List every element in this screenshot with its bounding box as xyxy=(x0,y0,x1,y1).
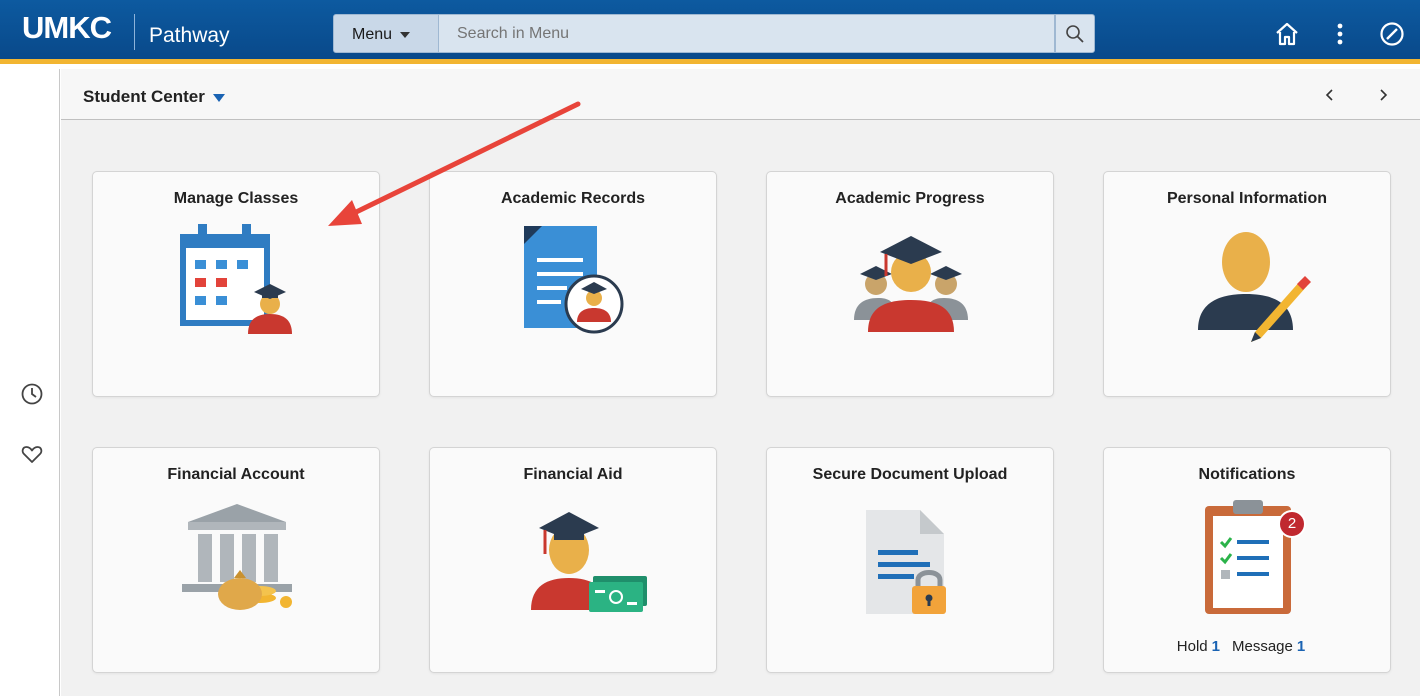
triangle-down-icon xyxy=(212,93,225,102)
search-icon xyxy=(1066,25,1084,43)
tile-grid: Manage Classes Academic Records Academic… xyxy=(61,120,1420,696)
recent-clock-icon[interactable] xyxy=(20,382,44,406)
tile-title: Financial Account xyxy=(167,466,305,483)
message-label: Message xyxy=(1231,638,1293,655)
hold-count[interactable]: 1 xyxy=(1212,638,1220,655)
left-rail xyxy=(0,69,60,696)
bank-money-icon xyxy=(182,504,292,610)
document-student-icon xyxy=(524,226,624,334)
tile-personal-information[interactable]: Personal Information xyxy=(1103,171,1391,397)
tile-title: Personal Information xyxy=(1166,190,1328,207)
search-button[interactable] xyxy=(1055,14,1095,53)
badge-count: 2 xyxy=(1287,515,1297,532)
menu-label: Menu xyxy=(352,26,393,43)
tile-manage-classes[interactable]: Manage Classes xyxy=(92,171,380,397)
notification-footer: Hold 1 Message 1 xyxy=(1104,638,1390,655)
tile-title: Academic Progress xyxy=(835,190,985,207)
tile-academic-progress[interactable]: Academic Progress xyxy=(766,171,1054,397)
tile-academic-records[interactable]: Academic Records xyxy=(429,171,717,397)
navbar-compass-icon[interactable] xyxy=(1378,20,1406,48)
home-icon[interactable] xyxy=(1273,20,1301,48)
umkc-logo[interactable]: UMKC xyxy=(22,10,112,46)
hold-label: Hold xyxy=(1176,638,1208,655)
document-lock-icon xyxy=(866,510,946,614)
graduate-cash-icon xyxy=(531,512,647,612)
more-vertical-icon[interactable] xyxy=(1326,20,1354,48)
message-count[interactable]: 1 xyxy=(1297,638,1305,655)
top-banner: UMKC Pathway Menu xyxy=(0,0,1420,64)
tile-secure-document-upload[interactable]: Secure Document Upload xyxy=(766,447,1054,673)
tile-financial-aid[interactable]: Financial Aid xyxy=(429,447,717,673)
page-subheader: Student Center xyxy=(61,69,1420,120)
tile-notifications[interactable]: Notifications 2 Hold 1 Message 1 xyxy=(1103,447,1391,673)
person-pencil-icon xyxy=(1198,232,1311,342)
tile-title: Notifications xyxy=(1198,466,1296,483)
caret-down-icon xyxy=(400,31,411,38)
app-name: Pathway xyxy=(149,24,230,47)
tile-title: Academic Records xyxy=(500,190,646,207)
search-input[interactable] xyxy=(439,14,1055,53)
tile-title: Manage Classes xyxy=(173,190,299,207)
calendar-student-icon xyxy=(180,224,292,334)
menu-dropdown-button[interactable]: Menu xyxy=(333,14,439,53)
next-chevron-icon[interactable] xyxy=(1375,87,1391,103)
notification-badge: 2 xyxy=(1278,510,1306,538)
page-title-dropdown[interactable]: Student Center xyxy=(83,87,225,107)
favorites-heart-icon[interactable] xyxy=(20,442,44,466)
tile-title: Financial Aid xyxy=(523,466,623,483)
page-title: Student Center xyxy=(83,87,205,106)
tile-title: Secure Document Upload xyxy=(812,466,1008,483)
tile-financial-account[interactable]: Financial Account xyxy=(92,447,380,673)
graduates-group-icon xyxy=(854,236,968,332)
logo-divider xyxy=(134,14,135,50)
prev-chevron-icon[interactable] xyxy=(1322,87,1338,103)
